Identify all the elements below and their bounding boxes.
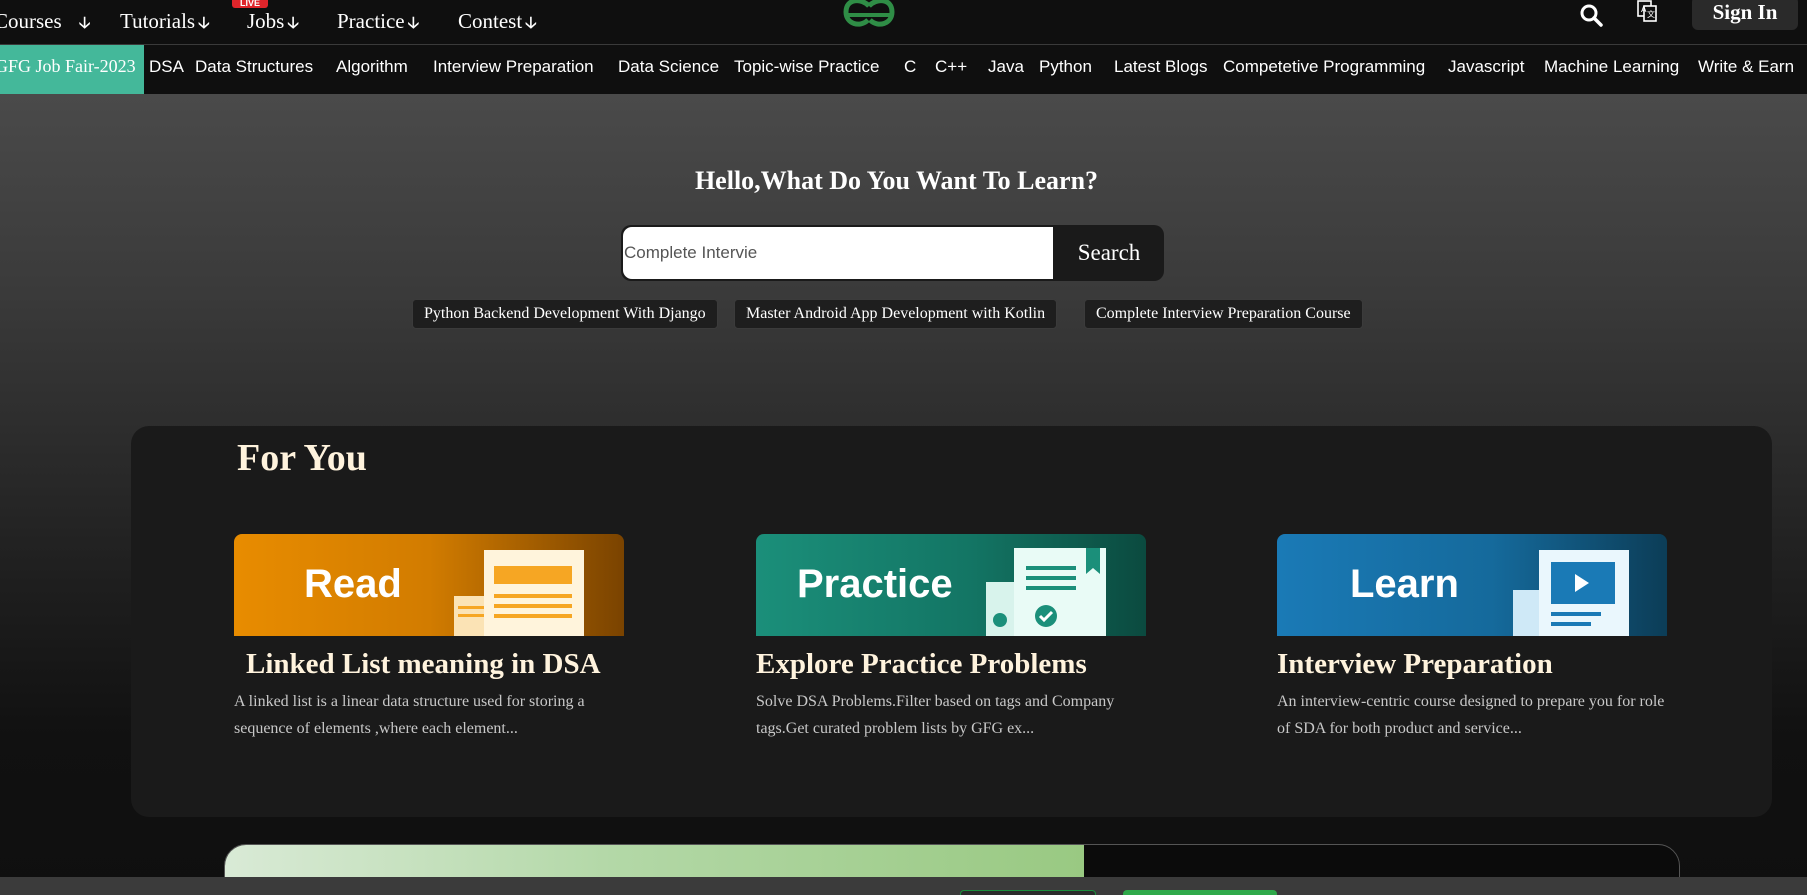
menu-courses[interactable]: Courses 🡣: [0, 9, 90, 39]
subnav-job-fair[interactable]: GFG Job Fair-2023: [0, 56, 136, 77]
menu-contest-label: Contest: [458, 9, 523, 33]
video-lesson-icon: [1513, 550, 1629, 636]
subnav-javascript[interactable]: Javascript: [1448, 57, 1525, 77]
subnav-c[interactable]: C: [904, 57, 916, 77]
menu-jobs[interactable]: Jobs 🡣: [247, 9, 299, 39]
subnav-java[interactable]: Java: [988, 57, 1024, 77]
card-description: An interview-centric course designed to …: [1277, 693, 1665, 737]
menu-practice-label: Practice: [337, 9, 405, 33]
subnav-algorithm[interactable]: Algorithm: [336, 57, 408, 77]
for-you-panel: For You Read Linked List meaning in DSA …: [131, 426, 1772, 817]
hero-title: Hello,What Do You Want To Learn?: [694, 166, 1099, 195]
subnav-data-structures[interactable]: Data Structures: [195, 57, 313, 77]
arrow-down-icon: 🡣: [198, 13, 210, 32]
document-icon: [454, 550, 584, 636]
menu-tutorials[interactable]: Tutorials 🡣: [120, 9, 210, 39]
subnav-topic-wise-practice[interactable]: Topic-wise Practice: [734, 57, 880, 77]
subnav-dsa[interactable]: DSA: [149, 57, 184, 77]
search-input[interactable]: [623, 227, 1053, 279]
banner-word: Practice: [797, 562, 953, 606]
live-badge: LIVE: [232, 0, 268, 8]
translate-icon[interactable]: A 文: [1636, 0, 1658, 22]
menu-practice[interactable]: Practice 🡣: [337, 9, 419, 39]
category-navbar: GFG Job Fair-2023 DSA Data Structures Al…: [0, 45, 1807, 94]
banner-word: Learn: [1350, 562, 1459, 606]
card-banner: Read: [234, 534, 624, 636]
for-you-title: For You: [237, 437, 367, 479]
card-banner: Practice: [756, 534, 1146, 636]
suggestion-chip[interactable]: Complete Interview Preparation Course: [1084, 299, 1363, 329]
card-title[interactable]: Explore Practice Problems: [756, 648, 1087, 681]
checklist-icon: [986, 548, 1106, 636]
subnav-cpp[interactable]: C++: [935, 57, 967, 77]
card-title[interactable]: Linked List meaning in DSA: [246, 648, 601, 681]
arrow-down-icon: 🡣: [78, 13, 91, 32]
search-icon[interactable]: [1578, 2, 1604, 28]
subnav-python[interactable]: Python: [1039, 57, 1092, 77]
subnav-write-earn[interactable]: Write & Earn: [1698, 57, 1794, 77]
subnav-competitive-programming[interactable]: Competetive Programming: [1223, 57, 1425, 77]
arrow-down-icon: 🡣: [407, 13, 420, 32]
search-button[interactable]: Search: [1054, 225, 1164, 281]
menu-contest[interactable]: Contest 🡣: [458, 9, 537, 39]
suggestion-chip[interactable]: Python Backend Development With Django: [412, 299, 718, 329]
card-title[interactable]: Interview Preparation: [1277, 648, 1553, 681]
card-banner: Learn: [1277, 534, 1667, 636]
suggestion-chip[interactable]: Master Android App Development with Kotl…: [734, 299, 1058, 329]
gfg-logo-icon[interactable]: [842, 0, 896, 36]
arrow-down-icon: 🡣: [287, 13, 299, 32]
card-description: Solve DSA Problems.Filter based on tags …: [756, 693, 1115, 737]
banner-word: Read: [304, 562, 402, 606]
search-bar: Search: [621, 225, 1164, 281]
cookie-settings-button[interactable]: [960, 890, 1096, 895]
cookie-accept-button[interactable]: [1123, 890, 1277, 895]
subnav-latest-blogs[interactable]: Latest Blogs: [1114, 57, 1208, 77]
subnav-machine-learning[interactable]: Machine Learning: [1544, 57, 1679, 77]
sign-in-button[interactable]: Sign In: [1692, 0, 1798, 30]
card-description: A linked list is a linear data structure…: [234, 693, 585, 737]
svg-text:文: 文: [1647, 9, 1655, 19]
subnav-interview-preparation[interactable]: Interview Preparation: [433, 57, 594, 77]
top-navbar: Courses 🡣 Tutorials 🡣 Jobs 🡣 LIVE Practice…: [0, 0, 1807, 45]
menu-jobs-label: Jobs: [247, 9, 285, 33]
menu-tutorials-label: Tutorials: [120, 9, 196, 33]
subnav-data-science[interactable]: Data Science: [618, 57, 719, 77]
menu-courses-label: Courses: [0, 9, 62, 33]
arrow-down-icon: 🡣: [525, 13, 537, 32]
cookie-bar: [0, 877, 1807, 895]
